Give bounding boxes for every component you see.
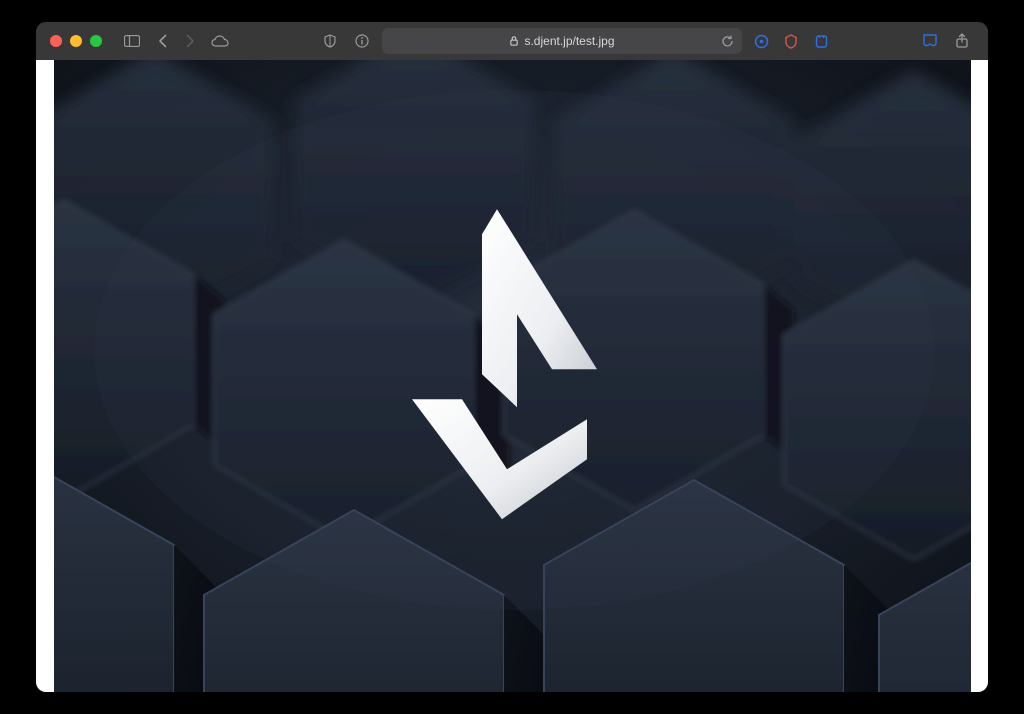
share-icon[interactable] <box>950 29 974 53</box>
sidebar-toggle-icon[interactable] <box>120 29 144 53</box>
address-bar-group: s.djent.jp/test.jpg <box>318 28 832 54</box>
maximize-button[interactable] <box>90 35 102 47</box>
logo-icon <box>352 199 672 539</box>
shield-icon[interactable] <box>318 29 342 53</box>
minimize-button[interactable] <box>70 35 82 47</box>
url-text: s.djent.jp/test.jpg <box>524 34 614 48</box>
cloud-icon[interactable] <box>208 29 232 53</box>
close-button[interactable] <box>50 35 62 47</box>
back-button[interactable] <box>152 29 172 53</box>
forward-button[interactable] <box>180 29 200 53</box>
address-bar[interactable]: s.djent.jp/test.jpg <box>382 28 742 54</box>
lock-icon <box>509 36 524 46</box>
reading-list-icon[interactable] <box>918 29 942 53</box>
extension-icon-1[interactable] <box>750 30 772 52</box>
window-controls <box>50 35 102 47</box>
image-viewport <box>36 60 988 692</box>
extension-icon-3[interactable] <box>810 30 832 52</box>
reload-icon[interactable] <box>721 35 734 48</box>
info-icon[interactable] <box>350 29 374 53</box>
browser-content <box>36 60 988 692</box>
displayed-image <box>54 60 971 692</box>
browser-toolbar: s.djent.jp/test.jpg <box>36 22 988 60</box>
extension-icon-2[interactable] <box>780 30 802 52</box>
browser-window: s.djent.jp/test.jpg <box>36 22 988 692</box>
